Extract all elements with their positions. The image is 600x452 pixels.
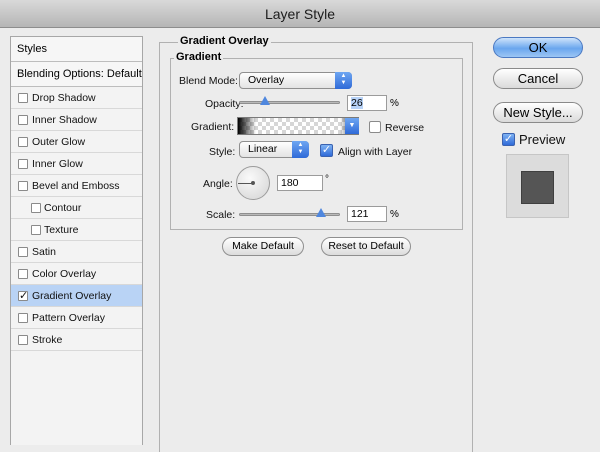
style-item-label: Bevel and Emboss	[32, 180, 120, 192]
style-item-label: Inner Glow	[32, 158, 83, 170]
style-item-pattern-overlay[interactable]: Pattern Overlay	[11, 307, 142, 329]
opacity-unit: %	[390, 98, 399, 109]
angle-dial-center	[251, 181, 255, 185]
style-item-drop-shadow[interactable]: Drop Shadow	[11, 87, 142, 109]
reset-to-default-button[interactable]: Reset to Default	[321, 237, 411, 256]
style-item-label: Satin	[32, 246, 56, 258]
style-item-label: Stroke	[32, 334, 63, 346]
style-item-checkbox[interactable]	[18, 313, 28, 323]
style-item-label: Texture	[44, 224, 79, 236]
opacity-value: 26	[351, 97, 363, 109]
gradient-dropdown-icon[interactable]: ▼	[345, 118, 359, 134]
style-item-checkbox[interactable]	[18, 159, 28, 169]
angle-label: Angle:	[203, 178, 233, 190]
style-item-inner-shadow[interactable]: Inner Shadow	[11, 109, 142, 131]
style-item-checkbox[interactable]	[18, 137, 28, 147]
scale-slider-thumb[interactable]	[315, 208, 326, 217]
ok-button[interactable]: OK	[493, 37, 583, 58]
blend-mode-select[interactable]: Overlay ▲ ▼	[239, 72, 352, 89]
preview-label: Preview	[519, 132, 566, 147]
scale-value: 121	[351, 208, 369, 220]
gradient-label: Gradient:	[191, 121, 235, 133]
styles-header[interactable]: Styles	[11, 37, 142, 62]
style-item-texture[interactable]: Texture	[11, 219, 142, 241]
style-item-contour[interactable]: Contour	[11, 197, 142, 219]
style-item-checkbox[interactable]: ✓	[18, 291, 28, 302]
blending-options-item[interactable]: Blending Options: Default	[11, 62, 142, 87]
reverse-label: Reverse	[385, 122, 425, 134]
style-item-checkbox[interactable]	[18, 181, 28, 191]
select-arrows-icon: ▲ ▼	[335, 72, 352, 89]
style-item-checkbox[interactable]	[18, 269, 28, 279]
style-item-stroke[interactable]: Stroke	[11, 329, 142, 351]
style-item-label: Outer Glow	[32, 136, 86, 148]
style-item-label: Contour	[44, 202, 82, 214]
align-with-layer-label: Align with Layer	[338, 146, 413, 158]
style-item-gradient-overlay[interactable]: ✓ Gradient Overlay	[11, 285, 142, 307]
select-arrows-icon: ▲ ▼	[292, 141, 309, 158]
opacity-slider[interactable]	[239, 101, 340, 104]
angle-input[interactable]: 180	[277, 175, 323, 191]
angle-value: 180	[281, 177, 299, 189]
opacity-slider-thumb[interactable]	[260, 96, 271, 105]
style-item-outer-glow[interactable]: Outer Glow	[11, 131, 142, 153]
style-item-label: Pattern Overlay	[32, 312, 105, 324]
style-item-inner-glow[interactable]: Inner Glow	[11, 153, 142, 175]
opacity-label: Opacity:	[205, 98, 244, 110]
style-item-label: Gradient Overlay	[32, 290, 112, 302]
opacity-input[interactable]: 26	[347, 95, 387, 111]
window-title: Layer Style	[0, 0, 600, 28]
style-item-checkbox[interactable]	[31, 225, 41, 235]
style-item-checkbox[interactable]	[18, 335, 28, 345]
style-item-checkbox[interactable]	[18, 115, 28, 125]
align-with-layer-checkbox[interactable]: ✓	[320, 144, 333, 157]
style-item-bevel-and-emboss[interactable]: Bevel and Emboss	[11, 175, 142, 197]
gradient-group-title: Gradient	[174, 51, 224, 63]
preview-checkbox[interactable]: ✓	[502, 133, 515, 146]
gradient-picker[interactable]	[237, 117, 359, 135]
style-item-checkbox[interactable]	[18, 93, 28, 103]
style-item-checkbox[interactable]	[31, 203, 41, 213]
style-item-satin[interactable]: Satin	[11, 241, 142, 263]
style-item-checkbox[interactable]	[18, 247, 28, 257]
new-style-button[interactable]: New Style...	[493, 102, 583, 123]
make-default-button[interactable]: Make Default	[222, 237, 304, 256]
style-select[interactable]: Linear ▲ ▼	[239, 141, 309, 158]
style-item-label: Inner Shadow	[32, 114, 97, 126]
reverse-checkbox[interactable]	[369, 121, 381, 133]
style-label: Style:	[209, 146, 236, 158]
styles-list: Styles Blending Options: Default Drop Sh…	[10, 36, 143, 445]
style-value: Linear	[248, 143, 278, 155]
style-item-label: Color Overlay	[32, 268, 97, 280]
scale-label: Scale:	[206, 209, 236, 221]
preview-swatch	[521, 171, 554, 204]
scale-input[interactable]: 121	[347, 206, 387, 222]
style-item-color-overlay[interactable]: Color Overlay	[11, 263, 142, 285]
scale-unit: %	[390, 209, 399, 220]
blend-mode-value: Overlay	[248, 74, 285, 86]
blend-mode-label: Blend Mode:	[179, 75, 238, 87]
cancel-button[interactable]: Cancel	[493, 68, 583, 89]
section-title: Gradient Overlay	[178, 35, 271, 47]
angle-unit: °	[325, 174, 329, 185]
style-item-label: Drop Shadow	[32, 92, 96, 104]
